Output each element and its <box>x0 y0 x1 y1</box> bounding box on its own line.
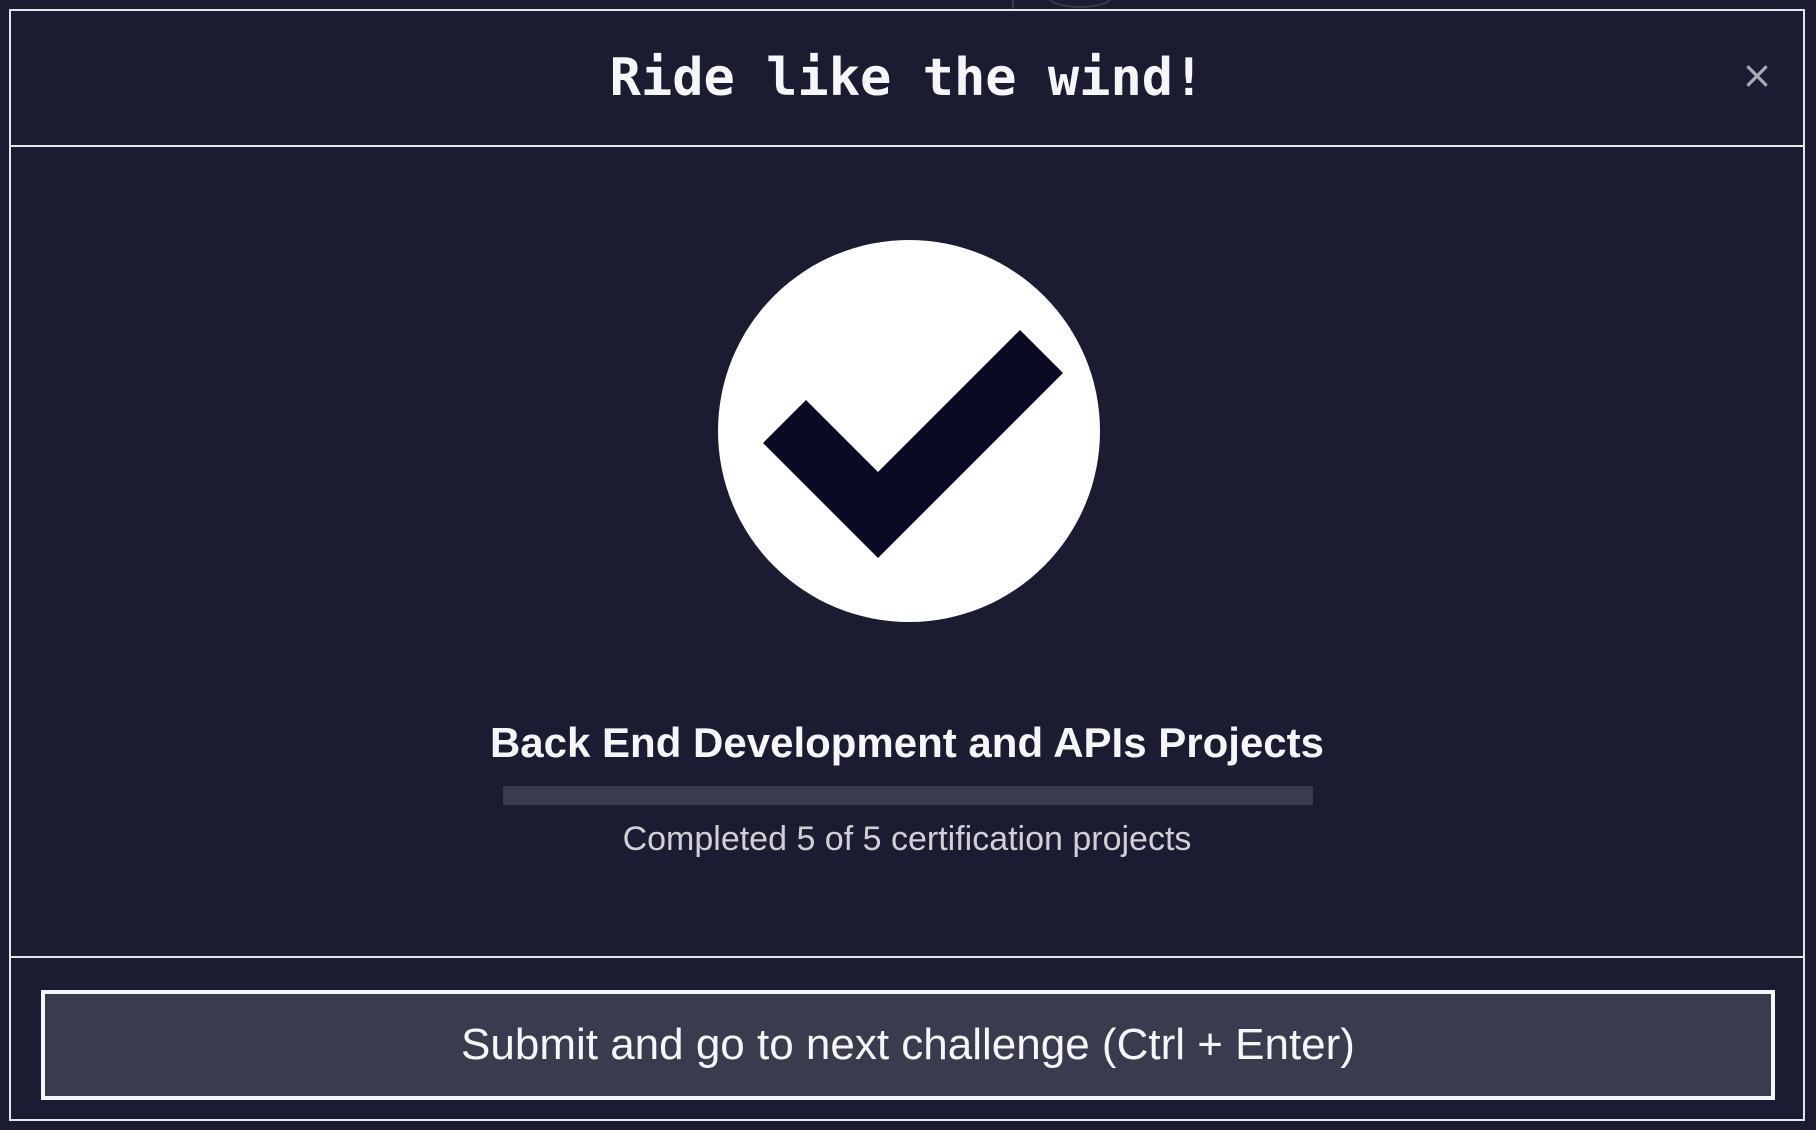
modal-header: Ride like the wind! × <box>11 11 1803 147</box>
certification-title: Back End Development and APIs Projects <box>489 719 1325 766</box>
close-icon: × <box>1741 53 1773 97</box>
progress-bar <box>503 786 1313 805</box>
progress-bar-fill <box>503 786 1313 805</box>
modal-title: Ride like the wind! <box>609 48 1205 108</box>
modal-body: Back End Development and APIs Projects C… <box>11 147 1803 958</box>
check-circle-icon <box>718 240 1100 622</box>
modal-footer: Submit and go to next challenge (Ctrl + … <box>11 958 1803 1121</box>
close-button[interactable]: × <box>1737 55 1777 95</box>
checkmark-icon <box>763 330 1063 558</box>
submit-next-challenge-button[interactable]: Submit and go to next challenge (Ctrl + … <box>41 990 1775 1100</box>
background-logo-fragment <box>1048 0 1112 8</box>
background-divider <box>1012 0 1014 9</box>
progress-text: Completed 5 of 5 certification projects <box>622 820 1192 858</box>
completion-modal: Ride like the wind! × Back End Developme… <box>9 9 1805 1121</box>
